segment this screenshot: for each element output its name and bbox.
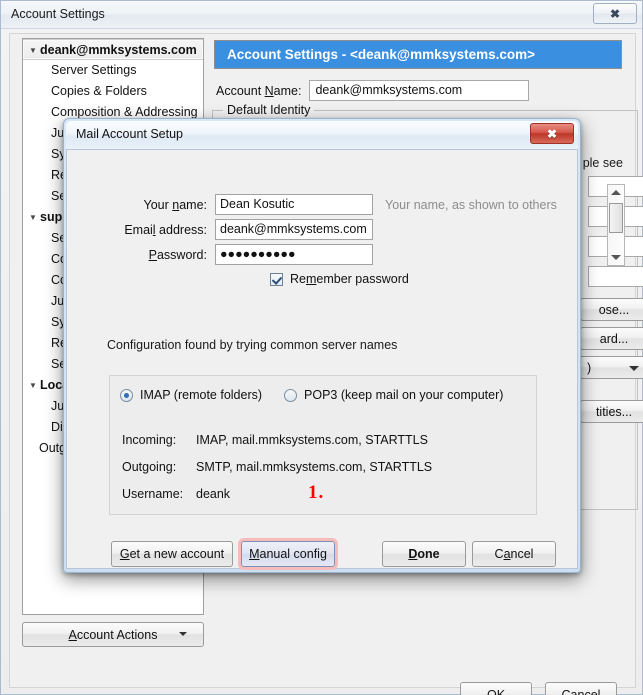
window-title: Account Settings [11, 7, 105, 21]
attach-vcard-button[interactable]: ard... [580, 327, 643, 350]
tree-item-label: Server Settings [51, 63, 137, 78]
identity-field-4[interactable] [588, 266, 643, 287]
tree-item-server-settings[interactable]: Server Settings [23, 60, 203, 81]
chevron-down-icon [629, 366, 639, 371]
scroll-down-icon[interactable] [611, 255, 621, 260]
email-address-input[interactable]: deank@mmksystems.com [215, 219, 373, 240]
cancel-button[interactable]: Cancel [472, 541, 556, 567]
identity-hint-text: ple see [582, 156, 623, 170]
get-new-account-button[interactable]: Get a new account [111, 541, 233, 567]
dialog-body: Your name: Dean Kosutic Your name, as sh… [66, 149, 578, 570]
account-actions-label: Account Actions [68, 627, 158, 642]
tree-item-label: Copies & Folders [51, 84, 147, 99]
remember-password-label: Remember password [290, 272, 409, 286]
credentials-form: Your name: Dean Kosutic Your name, as sh… [67, 192, 577, 291]
screen: Account Settings ✖ ▼ deank@mmksystems.com… [0, 0, 643, 695]
remember-password-row[interactable]: Remember password [67, 267, 577, 291]
your-name-label: Your name: [143, 197, 207, 212]
email-address-label: Email address: [124, 222, 207, 237]
choose-button[interactable]: ose... [580, 298, 643, 321]
your-name-row: Your name: Dean Kosutic Your name, as sh… [67, 192, 577, 217]
your-name-input[interactable]: Dean Kosutic [215, 194, 373, 215]
account-name-row: Account Name: deank@mmksystems.com [216, 80, 530, 101]
email-address-row: Email address: deank@mmksystems.com [67, 217, 577, 242]
remember-password-checkbox[interactable] [270, 272, 283, 286]
cancel-label: Cancel [494, 547, 534, 561]
ok-button[interactable]: OK [460, 682, 532, 695]
incoming-row: Incoming: IMAP, mail.mmksystems.com, STA… [122, 433, 428, 447]
tree-item-label: deank@mmksystems.com [40, 43, 197, 58]
imap-label: IMAP (remote folders) [140, 388, 263, 402]
signature-scrollbar[interactable] [607, 184, 625, 266]
manage-identities-button[interactable]: tities... [580, 400, 643, 423]
manual-config-button[interactable]: Manual config [238, 538, 338, 570]
account-actions-button[interactable]: Account Actions [22, 622, 204, 647]
expand-twisty-icon[interactable]: ▼ [29, 375, 40, 396]
password-row: Password: ●●●●●●●●●● [67, 242, 577, 267]
mail-account-setup-dialog: Mail Account Setup ✖ Your name: Dean Kos… [63, 118, 581, 573]
tree-item-account-deank[interactable]: ▼ deank@mmksystems.com [23, 39, 203, 60]
outgoing-value: SMTP, mail.mmksystems.com, STARTTLS [196, 460, 433, 474]
scrollbar-thumb[interactable] [609, 203, 623, 233]
outgoing-server-combo[interactable]: ) [580, 356, 643, 379]
outgoing-label: Outgoing: [122, 460, 177, 474]
scroll-up-icon[interactable] [611, 190, 621, 195]
close-glyph: ✖ [546, 126, 558, 141]
your-name-hint: Your name, as shown to others [385, 197, 557, 212]
pop3-label: POP3 (keep mail on your computer) [304, 388, 504, 402]
username-label: Username: [122, 487, 184, 501]
close-icon[interactable]: ✖ [530, 123, 574, 144]
username-value: deank [196, 487, 231, 501]
expand-twisty-icon[interactable]: ▼ [29, 40, 40, 61]
protocol-radio-group: IMAP (remote folders) POP3 (keep mail on… [120, 388, 503, 402]
imap-radio[interactable] [120, 388, 133, 402]
dialog-titlebar: Mail Account Setup ✖ [66, 121, 578, 149]
manual-config-label: Manual config [249, 547, 327, 561]
incoming-label: Incoming: [122, 433, 177, 447]
done-button[interactable]: Done [382, 541, 466, 567]
done-label: Done [408, 547, 440, 561]
close-glyph: ✖ [609, 6, 621, 21]
pop3-radio[interactable] [284, 388, 298, 402]
outgoing-row: Outgoing: SMTP, mail.mmksystems.com, STA… [122, 460, 432, 474]
pane-header: Account Settings - <deank@mmksystems.com… [214, 40, 622, 69]
dialog-title: Mail Account Setup [76, 127, 184, 141]
window-titlebar: Account Settings ✖ [1, 1, 642, 29]
get-new-account-label: Get a new account [119, 547, 225, 561]
config-status-text: Configuration found by trying common ser… [107, 338, 398, 352]
expand-twisty-icon[interactable]: ▼ [29, 207, 40, 228]
step-annotation-1: 1. [308, 482, 325, 503]
cancel-button[interactable]: Cancel [545, 682, 617, 695]
tree-item-copies-folders[interactable]: Copies & Folders [23, 81, 203, 102]
combo-value: ) [587, 360, 592, 375]
default-identity-label: Default Identity [223, 103, 315, 117]
account-name-input[interactable]: deank@mmksystems.com [309, 80, 530, 101]
username-row: Username: deank [122, 487, 230, 501]
password-input[interactable]: ●●●●●●●●●● [215, 244, 373, 265]
chevron-down-icon [179, 632, 187, 636]
incoming-value: IMAP, mail.mmksystems.com, STARTTLS [196, 433, 428, 447]
close-icon[interactable]: ✖ [593, 3, 637, 24]
account-name-label: Account Name: [216, 83, 302, 98]
password-label: Password: [148, 247, 207, 262]
